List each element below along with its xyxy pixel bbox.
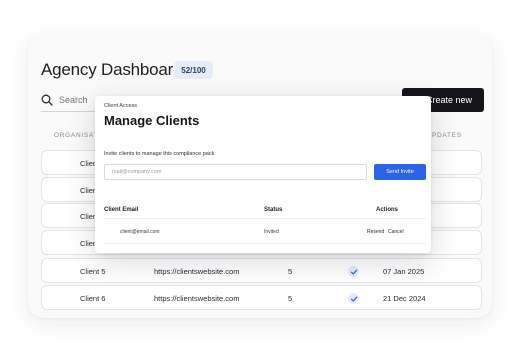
client-url[interactable]: https://clientswebsite.com	[154, 267, 239, 276]
invite-status: Invited	[264, 229, 279, 235]
modal-eyebrow: Client Access	[104, 103, 138, 109]
manage-clients-modal: Client Access Manage Clients Invite clie…	[95, 96, 431, 253]
client-name: Client 5	[80, 267, 106, 276]
column-header-organisation[interactable]: ORGANISATI	[54, 132, 101, 139]
client-count: 5	[288, 267, 293, 276]
cancel-link[interactable]: Cancel	[388, 229, 404, 235]
column-header-client-email: Client Email	[104, 207, 139, 213]
client-updated-date: 21 Dec 2024	[383, 294, 426, 303]
search-placeholder: Search	[59, 95, 88, 105]
client-name: Client 6	[80, 294, 106, 303]
resend-link[interactable]: Resend	[367, 229, 384, 235]
column-header-updates[interactable]: PDATES	[432, 132, 462, 139]
search-input[interactable]: Search	[41, 92, 103, 112]
column-header-actions: Actions	[376, 207, 399, 213]
search-icon	[41, 94, 53, 106]
column-header-status: Status	[264, 207, 283, 213]
table-row[interactable]: Client 5 https://clientswebsite.com 5 07…	[41, 258, 482, 283]
modal-title: Manage Clients	[104, 113, 200, 128]
send-invite-button[interactable]: Send Invite	[374, 164, 426, 180]
client-count-badge: 52/100	[174, 61, 213, 79]
invite-email: client@email.com	[120, 229, 160, 235]
client-url[interactable]: https://clientswebsite.com	[154, 294, 239, 303]
client-count: 5	[288, 294, 293, 303]
check-icon	[348, 266, 359, 277]
check-icon	[348, 293, 359, 304]
invite-email-input[interactable]: mail@company.com	[104, 164, 367, 180]
page-title: Agency Dashboard	[41, 60, 183, 79]
table-row[interactable]: Client 6 https://clientswebsite.com 5 21…	[41, 285, 482, 310]
modal-subtitle: Invite clients to manage this compliance…	[104, 151, 215, 157]
divider	[104, 218, 426, 219]
client-updated-date: 07 Jan 2025	[383, 267, 425, 276]
divider	[104, 243, 426, 244]
